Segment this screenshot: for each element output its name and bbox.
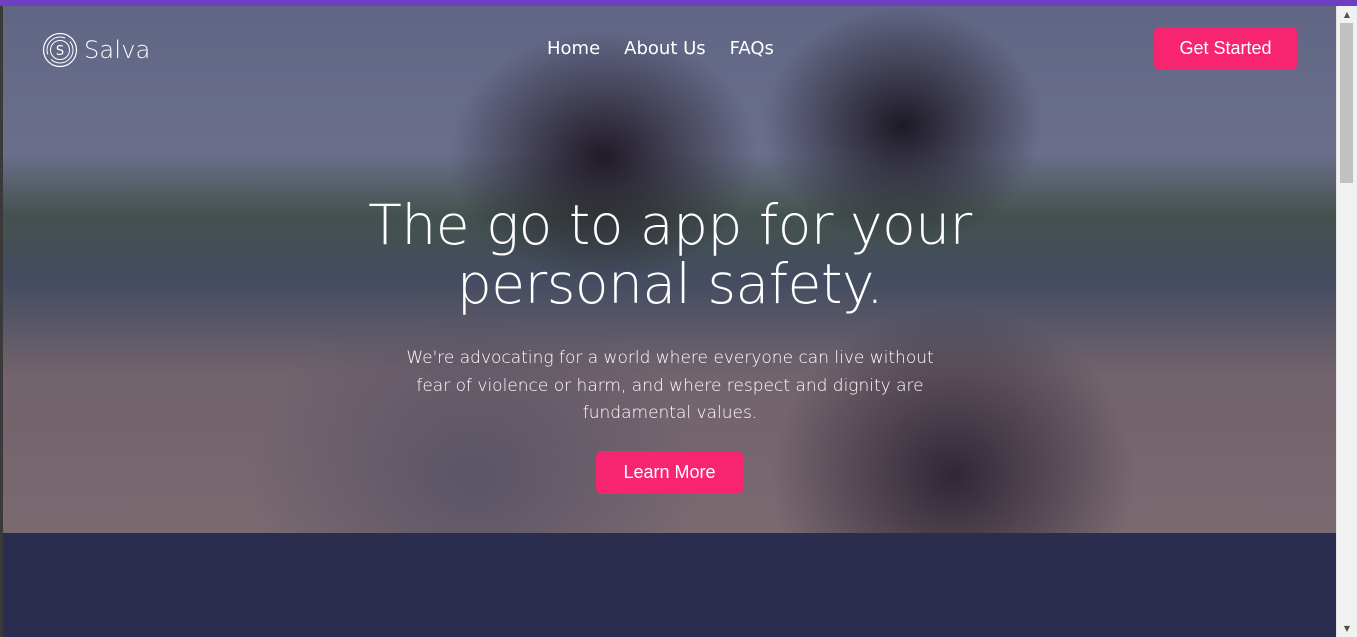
brand-name: Salva: [84, 36, 151, 64]
scrollbar-thumb[interactable]: [1340, 23, 1353, 183]
hero-section: S Salva Home About Us FAQs Get Started T…: [3, 6, 1336, 533]
scroll-down-arrow-icon[interactable]: ▼: [1337, 620, 1357, 637]
nav-item-home[interactable]: Home: [547, 38, 600, 59]
vertical-scrollbar[interactable]: ▲ ▼: [1336, 6, 1357, 637]
learn-more-button[interactable]: Learn More: [596, 451, 743, 494]
nav-item-about-us[interactable]: About Us: [624, 38, 706, 59]
hero-subtext: We're advocating for a world where every…: [406, 348, 934, 423]
next-section: [3, 533, 1336, 637]
brand-logo[interactable]: S Salva: [42, 32, 151, 68]
scroll-up-arrow-icon[interactable]: ▲: [1337, 6, 1357, 23]
main-nav: Home About Us FAQs: [547, 38, 774, 59]
hero-headline: The go to app for your personal safety.: [368, 193, 972, 316]
nav-item-faqs[interactable]: FAQs: [730, 38, 774, 59]
salva-logo-icon: S: [42, 32, 78, 68]
get-started-button[interactable]: Get Started: [1154, 27, 1297, 70]
svg-text:S: S: [56, 44, 64, 59]
